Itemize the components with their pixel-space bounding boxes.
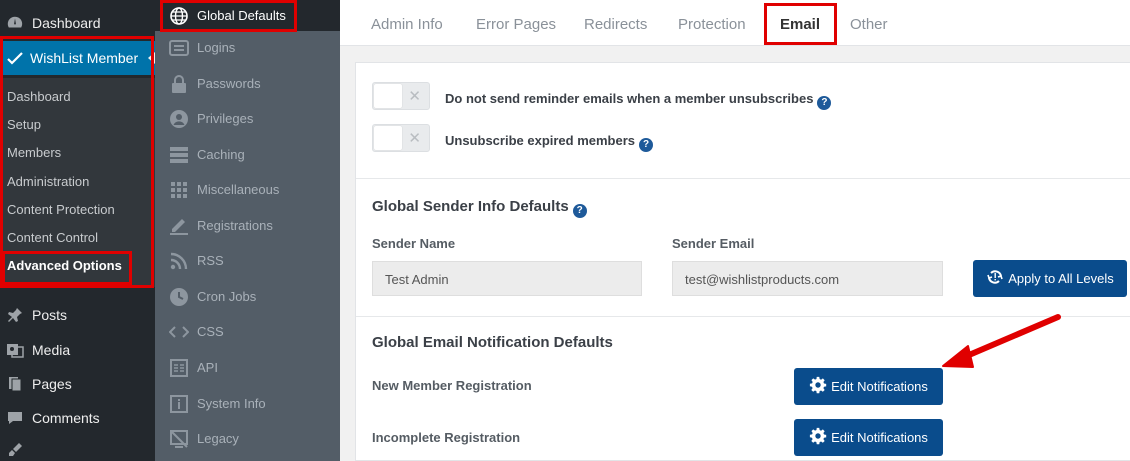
menu-dashboard-label: Dashboard	[32, 15, 101, 31]
nav-cron-jobs[interactable]: Cron Jobs	[155, 279, 340, 314]
menu-pages-label: Pages	[32, 376, 72, 392]
nav-rss[interactable]: RSS	[155, 243, 340, 278]
highlight-advanced-options	[2, 251, 132, 285]
pages-icon	[6, 375, 24, 393]
nav-passwords-label: Passwords	[197, 76, 261, 91]
nav-registrations-label: Registrations	[197, 218, 273, 233]
wp-admin-sidebar: Dashboard WishList Member Dashboard Setu…	[0, 0, 155, 461]
lock-icon	[169, 74, 189, 94]
nav-caching[interactable]: Caching	[155, 137, 340, 172]
info-icon	[169, 394, 189, 414]
nav-caching-label: Caching	[197, 147, 245, 162]
rss-icon	[169, 251, 189, 271]
nav-rss-label: RSS	[197, 253, 224, 268]
menu-comments[interactable]: Comments	[0, 401, 155, 435]
nav-legacy-label: Legacy	[197, 431, 239, 446]
nav-api[interactable]: API	[155, 350, 340, 385]
menu-posts-label: Posts	[32, 307, 68, 323]
nav-logins[interactable]: Logins	[155, 30, 340, 65]
dashboard-icon	[6, 14, 24, 32]
nav-system-info-label: System Info	[197, 396, 266, 411]
menu-posts[interactable]: Posts	[0, 298, 155, 332]
nav-legacy[interactable]: Legacy	[155, 421, 340, 456]
server-icon	[169, 145, 189, 165]
menu-media[interactable]: Media	[0, 333, 155, 367]
code-icon	[169, 322, 189, 342]
menu-pages[interactable]: Pages	[0, 367, 155, 401]
clock-icon	[169, 287, 189, 307]
nav-miscellaneous-label: Miscellaneous	[197, 182, 280, 197]
api-icon	[169, 358, 189, 378]
nav-system-info[interactable]: System Info	[155, 386, 340, 421]
grid-icon	[169, 180, 189, 200]
user-icon	[169, 109, 189, 129]
nav-passwords[interactable]: Passwords	[155, 66, 340, 101]
nav-miscellaneous[interactable]: Miscellaneous	[155, 172, 340, 207]
highlight-global-defaults	[160, 0, 297, 32]
nav-logins-label: Logins	[197, 40, 236, 55]
nav-api-label: API	[197, 360, 218, 375]
menu-dashboard[interactable]: Dashboard	[0, 6, 155, 40]
login-icon	[169, 38, 189, 58]
nav-css-label: CSS	[197, 324, 224, 339]
legacy-icon	[169, 429, 189, 449]
nav-privileges[interactable]: Privileges	[155, 101, 340, 136]
pin-icon	[6, 306, 24, 324]
brush-icon	[6, 441, 24, 459]
nav-privileges-label: Privileges	[197, 111, 254, 126]
main-content: Admin Info Error Pages Redirects Protect…	[340, 0, 1130, 461]
settings-nav: Global Defaults Logins Passwords Privile…	[155, 0, 340, 461]
red-arrow-annotation	[942, 314, 1061, 368]
nav-cron-jobs-label: Cron Jobs	[197, 289, 257, 304]
menu-media-label: Media	[32, 342, 71, 358]
nav-css[interactable]: CSS	[155, 314, 340, 349]
comment-icon	[6, 409, 24, 427]
menu-appearance-partial[interactable]	[0, 440, 155, 460]
media-icon	[6, 341, 24, 359]
pencil-icon	[169, 216, 189, 236]
menu-comments-label: Comments	[32, 410, 100, 426]
nav-registrations[interactable]: Registrations	[155, 208, 340, 243]
